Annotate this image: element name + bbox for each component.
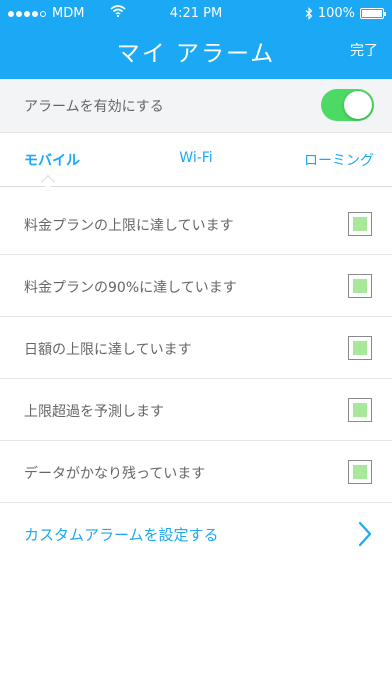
custom-alarm-label: カスタムアラームを設定する — [24, 526, 219, 544]
list-item[interactable]: 料金プランの90%に達しています — [0, 255, 392, 317]
enable-alarms-toggle[interactable] — [321, 89, 374, 121]
alarm-checkbox[interactable] — [348, 212, 372, 236]
status-bar: MDM 4:21 PM 100% — [0, 0, 392, 26]
battery-icon — [360, 8, 386, 19]
enable-alarms-row: アラームを有効にする — [0, 79, 392, 133]
page-title: マイ アラーム — [116, 41, 276, 67]
bluetooth-icon — [305, 7, 313, 20]
alarm-label: 料金プランの上限に達しています — [24, 218, 234, 234]
battery-percent: 100% — [317, 6, 355, 21]
alarm-checkbox[interactable] — [348, 460, 372, 484]
tab-roaming[interactable]: ローミング — [304, 150, 374, 170]
alarm-checkbox[interactable] — [348, 274, 372, 298]
list-item[interactable]: 日額の上限に達しています — [0, 317, 392, 379]
done-button[interactable]: 完了 — [350, 40, 378, 60]
list-item[interactable]: 料金プランの上限に達しています — [0, 193, 392, 255]
chevron-right-icon — [358, 521, 372, 547]
list-item[interactable]: 上限超過を予測します — [0, 379, 392, 441]
alarm-checkbox[interactable] — [348, 398, 372, 422]
list-item[interactable]: データがかなり残っています — [0, 441, 392, 503]
alarm-checkbox[interactable] — [348, 336, 372, 360]
alarm-list: 料金プランの上限に達しています 料金プランの90%に達しています 日額の上限に達… — [0, 193, 392, 565]
enable-alarms-label: アラームを有効にする — [24, 99, 164, 115]
tab-bar: モバイル Wi-Fi ローミング — [0, 133, 392, 187]
toggle-knob — [344, 91, 372, 119]
alarm-label: 料金プランの90%に達しています — [24, 280, 237, 296]
alarm-label: 日額の上限に達しています — [24, 342, 192, 358]
custom-alarm-row[interactable]: カスタムアラームを設定する — [0, 503, 392, 565]
alarm-label: 上限超過を予測します — [24, 404, 164, 420]
header-bar: MDM 4:21 PM 100% マイ アラーム 完了 — [0, 0, 392, 79]
alarm-label: データがかなり残っています — [24, 466, 206, 482]
